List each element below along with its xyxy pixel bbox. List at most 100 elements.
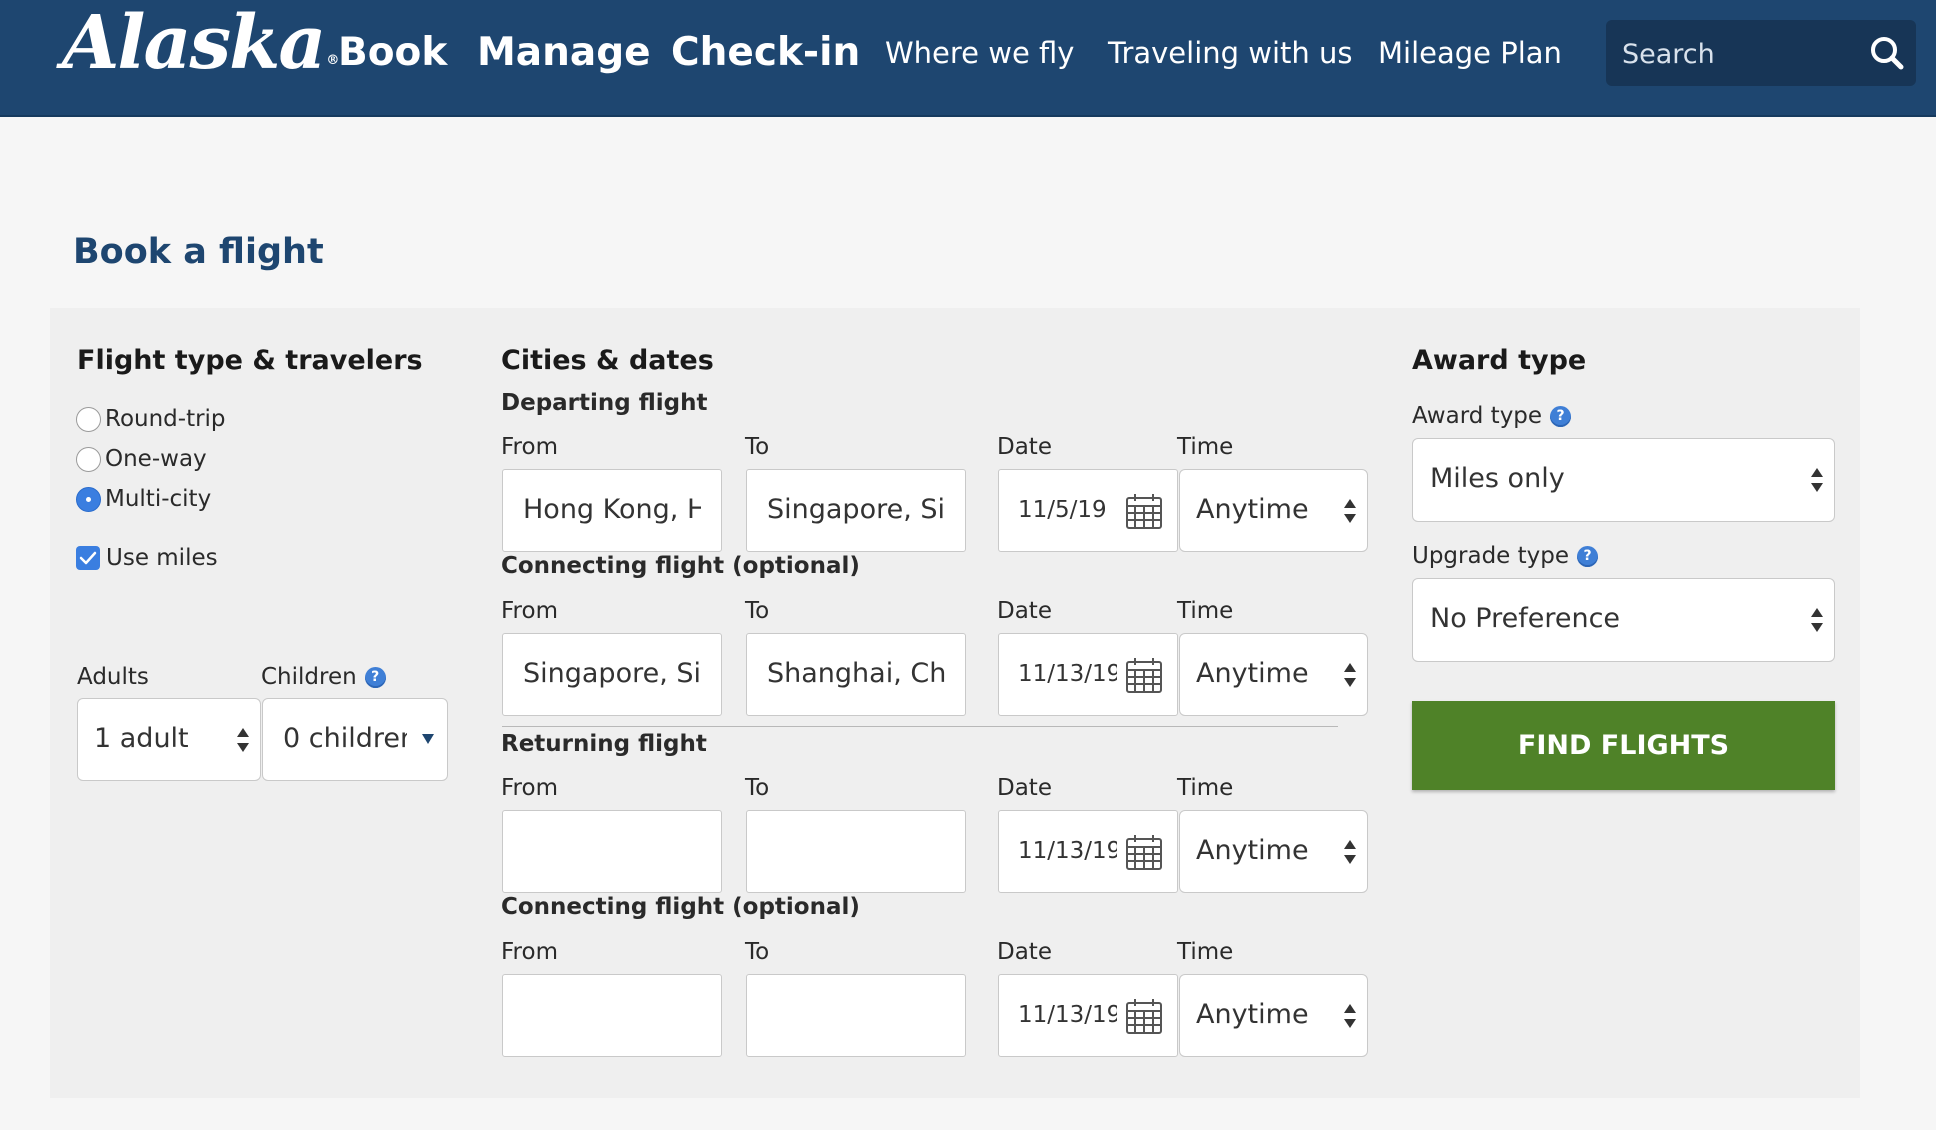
caret-down-icon	[422, 734, 434, 744]
radio-label: One-way	[105, 446, 207, 472]
top-navigation-bar: Alaska ® Book Manage Check-in Where we fl…	[0, 0, 1936, 117]
field-value: 11/13/19	[1018, 1002, 1117, 1028]
nav-mileage-plan[interactable]: Mileage Plan	[1378, 0, 1562, 112]
find-flights-button[interactable]: FIND FLIGHTS	[1412, 701, 1835, 790]
registered-mark: ®	[326, 53, 339, 68]
field-value: Anytime	[1196, 835, 1309, 866]
leg1-date-input[interactable]: 11/5/19	[998, 469, 1178, 552]
leg1-to-input[interactable]: Singapore, Sir	[746, 469, 966, 552]
to-label: To	[745, 939, 770, 965]
help-icon[interactable]: ?	[364, 667, 386, 688]
from-label: From	[501, 775, 558, 801]
use-miles-checkbox[interactable]	[76, 546, 100, 570]
children-value: 0 children	[283, 723, 407, 754]
adults-select[interactable]: 1 adult	[77, 698, 261, 781]
children-label-text: Children	[261, 664, 357, 690]
nav-manage[interactable]: Manage	[477, 0, 651, 112]
leg2-date-input[interactable]: 11/13/19	[998, 633, 1178, 716]
calendar-icon[interactable]	[1125, 833, 1163, 871]
leg-heading-returning: Returning flight	[501, 731, 707, 757]
adults-label: Adults	[77, 664, 149, 690]
field-value: Anytime	[1196, 999, 1309, 1030]
nav-book[interactable]: Book	[338, 0, 447, 112]
leg3-date-input[interactable]: 11/13/19	[998, 810, 1178, 893]
field-value: Shanghai, Chi	[767, 658, 945, 689]
field-value: Anytime	[1196, 494, 1309, 525]
to-label: To	[745, 434, 770, 460]
date-label: Date	[997, 939, 1052, 965]
date-label: Date	[997, 434, 1052, 460]
updown-arrows-icon	[1344, 840, 1356, 864]
updown-arrows-icon	[1811, 468, 1823, 492]
field-value: 11/13/19	[1018, 838, 1117, 864]
calendar-icon[interactable]	[1125, 997, 1163, 1035]
use-miles-checkbox-row[interactable]: Use miles	[76, 545, 218, 571]
from-label: From	[501, 434, 558, 460]
alaska-logo[interactable]: Alaska ®	[62, 6, 339, 80]
leg4-time-select[interactable]: Anytime	[1179, 974, 1368, 1057]
search-icon[interactable]	[1868, 34, 1906, 72]
to-label: To	[745, 598, 770, 624]
field-value: 11/5/19	[1018, 497, 1107, 523]
upgrade-type-label: Upgrade type?	[1412, 543, 1599, 569]
updown-arrows-icon	[1344, 499, 1356, 523]
help-icon[interactable]: ?	[1550, 406, 1572, 427]
section-divider	[502, 726, 1338, 727]
radio-multi-city[interactable]: Multi-city	[76, 486, 211, 512]
leg4-to-input[interactable]	[746, 974, 966, 1057]
date-label: Date	[997, 598, 1052, 624]
leg3-time-select[interactable]: Anytime	[1179, 810, 1368, 893]
from-label: From	[501, 598, 558, 624]
page-title: Book a flight	[73, 232, 324, 272]
time-label: Time	[1177, 939, 1234, 965]
nav-where-we-fly[interactable]: Where we fly	[885, 0, 1074, 112]
children-label: Children?	[261, 664, 386, 690]
leg3-from-input[interactable]	[502, 810, 722, 893]
search-input[interactable]	[1606, 20, 1864, 88]
award-type-value: Miles only	[1430, 463, 1565, 494]
leg2-time-select[interactable]: Anytime	[1179, 633, 1368, 716]
field-value: 11/13/19	[1018, 661, 1117, 687]
radio-round-trip[interactable]: Round-trip	[76, 406, 226, 432]
adults-value: 1 adult	[94, 723, 189, 754]
use-miles-label: Use miles	[106, 545, 218, 571]
leg2-from-input[interactable]: Singapore, Sir	[502, 633, 722, 716]
upgrade-type-label-text: Upgrade type	[1412, 543, 1570, 569]
children-select[interactable]: 0 children	[262, 698, 448, 781]
field-value: Singapore, Sir	[523, 658, 701, 689]
radio-button[interactable]	[76, 406, 101, 432]
leg1-time-select[interactable]: Anytime	[1179, 469, 1368, 552]
leg2-to-input[interactable]: Shanghai, Chi	[746, 633, 966, 716]
search-box	[1606, 20, 1916, 88]
updown-arrows-icon	[1811, 608, 1823, 632]
leg4-from-input[interactable]	[502, 974, 722, 1057]
leg4-date-input[interactable]: 11/13/19	[998, 974, 1178, 1057]
calendar-icon[interactable]	[1125, 492, 1163, 530]
time-label: Time	[1177, 775, 1234, 801]
logo-text: Alaska	[62, 0, 326, 86]
help-icon[interactable]: ?	[1577, 546, 1599, 567]
upgrade-type-select[interactable]: No Preference	[1412, 578, 1835, 662]
time-label: Time	[1177, 598, 1234, 624]
upgrade-type-value: No Preference	[1430, 603, 1621, 634]
field-value: Singapore, Sir	[767, 494, 945, 525]
radio-one-way[interactable]: One-way	[76, 446, 207, 472]
flight-type-title: Flight type & travelers	[77, 345, 423, 376]
leg-heading-connecting-2: Connecting flight (optional)	[501, 894, 860, 920]
time-label: Time	[1177, 434, 1234, 460]
nav-check-in[interactable]: Check-in	[671, 0, 860, 112]
radio-button[interactable]	[76, 446, 101, 472]
field-value: Hong Kong, H	[523, 494, 701, 525]
award-type-label: Award type?	[1412, 403, 1572, 429]
leg1-from-input[interactable]: Hong Kong, H	[502, 469, 722, 552]
award-type-title: Award type	[1412, 345, 1587, 376]
updown-arrows-icon	[1344, 1004, 1356, 1028]
radio-label: Multi-city	[105, 486, 212, 512]
checkmark-icon	[79, 551, 97, 565]
to-label: To	[745, 775, 770, 801]
award-type-select[interactable]: Miles only	[1412, 438, 1835, 522]
leg3-to-input[interactable]	[746, 810, 966, 893]
nav-traveling-with-us[interactable]: Traveling with us	[1108, 0, 1353, 112]
radio-button-selected[interactable]	[76, 486, 101, 512]
calendar-icon[interactable]	[1125, 656, 1163, 694]
